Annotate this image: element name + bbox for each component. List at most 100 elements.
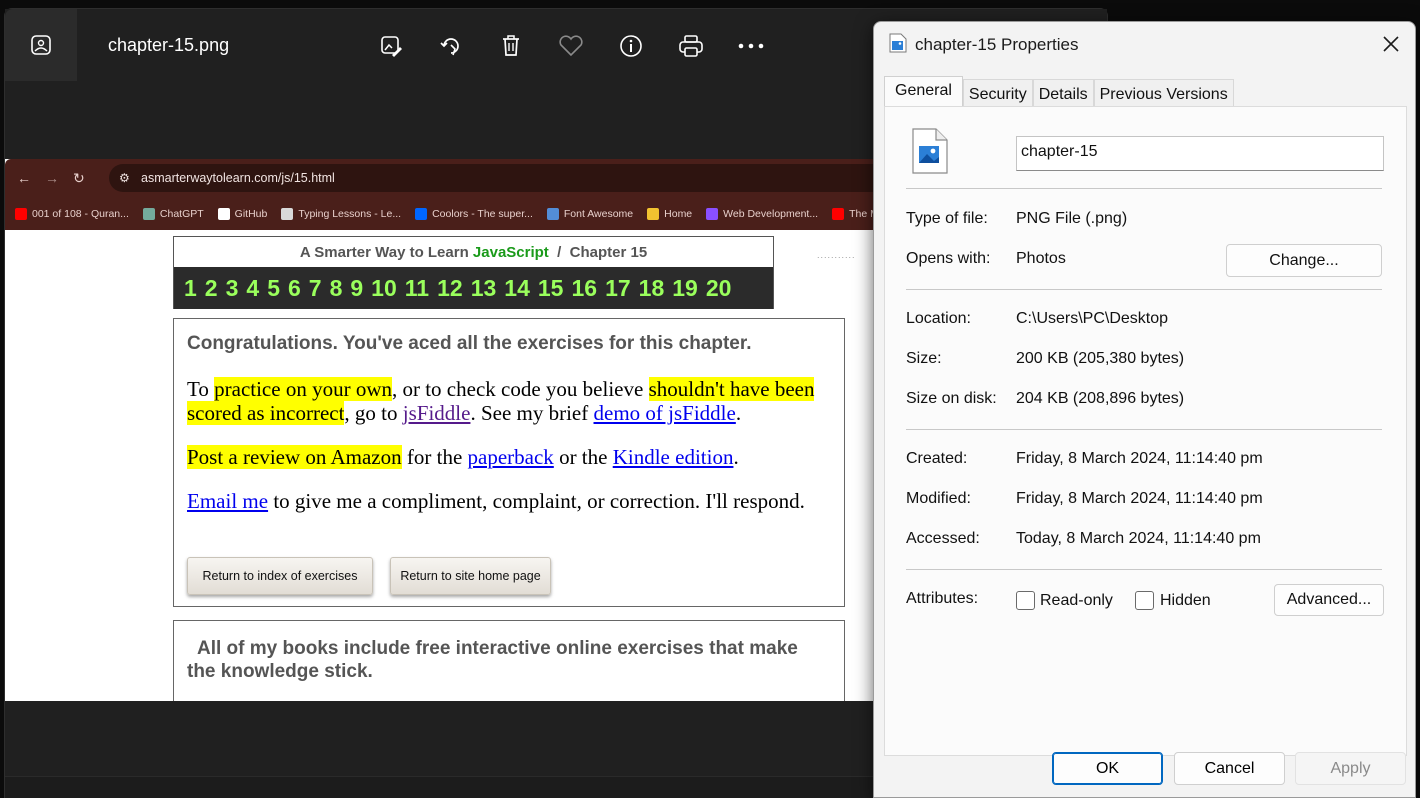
bookmark-favicon-icon [647,207,660,220]
tab-security[interactable]: Security [962,79,1033,107]
chapter-link[interactable]: 18 [639,275,665,302]
url-field[interactable]: ⚙ asmarterwaytolearn.com/js/15.html [109,164,885,192]
paperback-link[interactable]: paperback [468,445,554,469]
location-value: C:\Users\PC\Desktop [1016,310,1169,327]
chapter-link[interactable]: 3 [226,275,239,302]
chapter-link[interactable]: 5 [267,275,280,302]
chapter-link[interactable]: 16 [571,275,597,302]
chapter-link[interactable]: 10 [371,275,397,302]
highlight-text: Post a review on Amazon [187,445,402,469]
congrats-heading: Congratulations. You've aced all the exe… [187,333,752,354]
gallery-button[interactable] [5,9,77,81]
png-file-icon [912,128,948,179]
properties-dialog: chapter-15 Properties General Security D… [873,21,1416,798]
bookmark-item[interactable]: 001 of 108 - Quran... [15,207,129,220]
bookmark-favicon-icon [546,207,559,220]
chapter-link[interactable]: 6 [288,275,301,302]
chapter-link[interactable]: 13 [471,275,497,302]
opens-value: Photos [1016,250,1066,267]
rotate-button[interactable] [421,31,481,61]
kindle-link[interactable]: Kindle edition [613,445,734,469]
bookmark-item[interactable]: Home [647,207,693,220]
chapter-link[interactable]: 20 [706,275,732,302]
text: or the [553,445,613,469]
chapter-link[interactable]: 11 [405,275,429,302]
type-label: Type of file: [906,210,988,227]
file-name-input[interactable]: chapter-15 [1016,136,1384,171]
web-page: A Smarter Way to Learn JavaScript / Chap… [5,230,885,701]
dotted-decoration: ........... [817,250,856,260]
bookmark-item[interactable]: The M [832,207,879,220]
site-settings-icon[interactable]: ⚙ [119,171,130,185]
bookmarks-bar: 001 of 108 - Quran... ChatGPT GitHub Typing… [5,197,885,230]
photos-tools [361,31,781,61]
change-button[interactable]: Change... [1226,244,1382,277]
readonly-checkbox[interactable] [1016,591,1035,610]
print-icon [679,35,703,57]
created-value: Friday, 8 March 2024, 11:14:40 pm [1016,450,1263,467]
info-button[interactable] [601,31,661,61]
chapter-link[interactable]: 9 [350,275,363,302]
advanced-button[interactable]: Advanced... [1274,584,1384,616]
bookmark-label: ChatGPT [159,207,204,220]
chapter-link[interactable]: 2 [205,275,218,302]
bookmark-item[interactable]: Typing Lessons - Le... [281,207,402,220]
apply-button[interactable]: Apply [1295,752,1406,785]
hidden-checkbox[interactable] [1135,591,1154,610]
readonly-label: Read-only [1040,592,1113,609]
reload-icon[interactable]: ↻ [73,170,85,187]
bookmark-label: Web Development... [723,207,819,220]
text: To [187,377,215,401]
tab-previous-versions[interactable]: Previous Versions [1093,79,1234,107]
divider [906,289,1382,290]
header-javascript: JavaScript [472,244,549,261]
general-panel: chapter-15 Type of file: PNG File (.png)… [884,106,1407,756]
close-button[interactable] [1367,30,1415,58]
chapter-link[interactable]: 15 [538,275,564,302]
edit-image-button[interactable] [361,31,421,61]
info-icon [620,35,642,57]
tab-details[interactable]: Details [1032,79,1094,107]
chapter-link[interactable]: 1 [184,275,197,302]
practice-paragraph: To practice on your own, or to check cod… [187,377,837,425]
bookmark-favicon-icon [415,207,428,220]
print-button[interactable] [661,31,721,61]
tab-general[interactable]: General [884,76,963,107]
forward-arrow-icon[interactable]: → [45,170,59,187]
chapter-link[interactable]: 8 [330,275,343,302]
chapter-link[interactable]: 14 [504,275,530,302]
chapter-link[interactable]: 4 [246,275,259,302]
more-options-button[interactable] [721,31,781,61]
chapter-link[interactable]: 17 [605,275,631,302]
bookmark-item[interactable]: Web Development... [706,207,819,220]
image-file-icon [889,33,907,58]
text: for the [401,445,468,469]
cancel-button[interactable]: Cancel [1174,752,1285,785]
chapter-link[interactable]: 19 [672,275,698,302]
bookmark-item[interactable]: Font Awesome [546,207,633,220]
browser-nav: ← → ↻ [17,170,85,187]
type-value: PNG File (.png) [1016,210,1128,227]
header-chapter: / Chapter 15 [548,244,648,261]
ok-button[interactable]: OK [1052,752,1163,785]
delete-button[interactable] [481,31,541,61]
back-arrow-icon[interactable]: ← [17,170,31,187]
bookmark-favicon-icon [706,207,719,220]
bookmark-label: Typing Lessons - Le... [298,207,402,220]
chapter-link[interactable]: 12 [437,275,463,302]
bookmark-label: Home [664,207,693,220]
bookmark-item[interactable]: ChatGPT [142,207,204,220]
bookmark-favicon-icon [217,207,230,220]
url-text: asmarterwaytolearn.com/js/15.html [141,171,335,185]
demo-jsfiddle-link[interactable]: demo of jsFiddle [594,401,736,425]
chapter-link[interactable]: 7 [309,275,322,302]
bookmark-item[interactable]: Coolors - The super... [415,207,533,220]
jsfiddle-link[interactable]: jsFiddle [403,401,471,425]
bookmark-label: Coolors - The super... [432,207,533,220]
favorite-button[interactable] [541,31,601,61]
return-home-button[interactable]: Return to site home page [390,557,551,595]
email-link[interactable]: Email me [187,489,268,513]
return-index-button[interactable]: Return to index of exercises [187,557,373,595]
bookmark-item[interactable]: GitHub [217,207,268,220]
bookmark-label: GitHub [234,207,268,220]
